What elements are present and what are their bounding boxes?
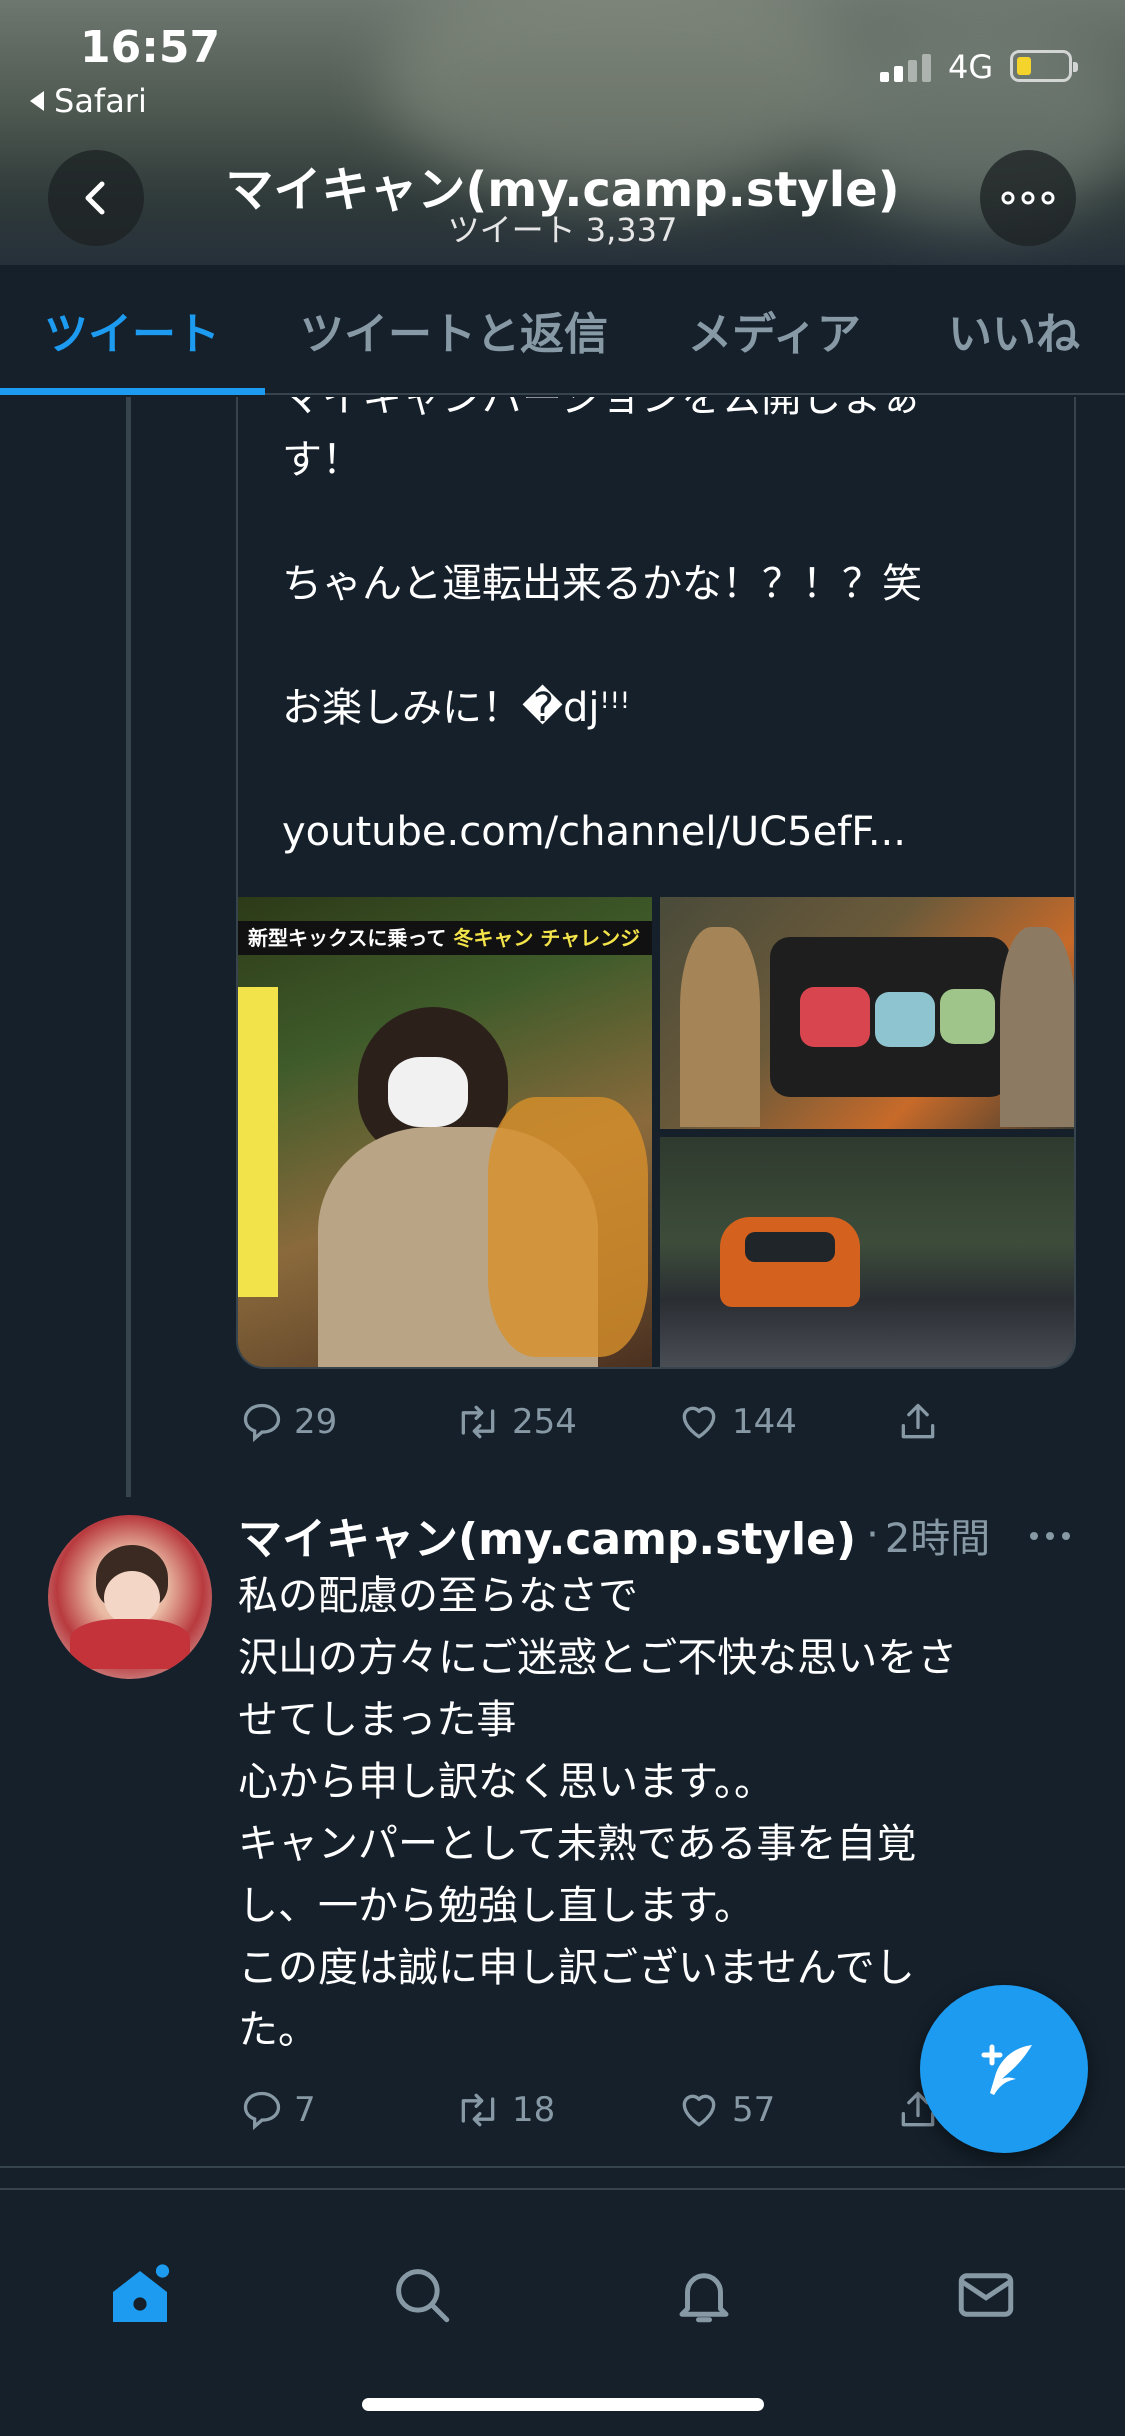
reply-icon [243,1403,281,1443]
tweet-separator: · [866,1512,879,1558]
video-side-tag [238,987,278,1297]
nav-messages[interactable] [926,2240,1046,2350]
retweet-count: 18 [512,2090,556,2130]
search-icon [396,2269,450,2323]
retweet-icon [461,1405,495,1439]
quoted-tweet-actions: 29 254 144 [236,1392,1076,1452]
more-button[interactable] [980,150,1076,246]
tab-tweets-and-replies[interactable]: ツイートと返信 [300,265,608,395]
quoted-link[interactable]: youtube.com/channel/UC5efF... [282,801,1062,863]
reply-action[interactable]: 7 [240,2088,316,2132]
tweet-line: キャンパーとして未熟である事を自覚 [238,1821,917,1867]
like-action[interactable]: 57 [676,2088,775,2132]
back-app-label: Safari [54,82,147,120]
tweet-body: 私の配慮の至らなさで 沢山の方々にご迷惑とご不快な思いをさ せてしまった事 心か… [238,1565,1068,2061]
tweet-count: ツイート 3,337 [447,211,678,249]
tweet-line: 沢山の方々にご迷惑とご不快な思いをさ [238,1635,958,1681]
quoted-line: お楽しみに！�djꜝꜝꜝ [282,685,630,731]
retweet-action[interactable]: 18 [454,2088,555,2132]
tweet-line: 私の配慮の至らなさで [238,1573,638,1619]
back-to-app-link[interactable]: Safari [30,82,147,120]
quoted-tweet-text: マイキャンバージョンを公開しまぁ す！ ちゃんと運転出来るかな！？！？笑 お楽し… [282,397,1062,893]
like-count: 57 [732,2090,776,2130]
heart-icon [682,2094,716,2127]
thread-connector [126,397,131,1497]
home-icon [113,2264,170,2322]
profile-tabs: ツイート ツイートと返信 メディア いいね [0,265,1125,395]
share-action[interactable] [896,1400,940,1444]
profile-header: 16:57 Safari 4G マイキャン(my.camp.style) ツイー… [0,0,1125,265]
retweet-icon [461,2093,495,2127]
quoted-line: す！ [282,437,362,483]
video-banner: 新型キックスに乗って 冬キャン チャレンジ [238,921,652,955]
avatar[interactable] [48,1515,212,1679]
nav-search[interactable] [362,2240,482,2350]
retweet-action[interactable]: 254 [454,1400,577,1444]
nav-notifications[interactable] [644,2240,764,2350]
share-icon [901,1403,935,1439]
quoted-tweet-card[interactable]: マイキャンバージョンを公開しまぁ す！ ちゃんと運転出来るかな！？！？笑 お楽し… [236,397,1076,1369]
like-action[interactable]: 144 [676,1400,797,1444]
mail-icon [958,2273,1014,2317]
media-image-driving[interactable]: 新型キックスに乗って 冬キャン チャレンジ [238,897,652,1367]
quoted-line: ちゃんと運転出来るかな！？！？笑 [282,561,922,607]
quoted-line: マイキャンバージョンを公開しまぁ [282,397,922,421]
tab-media[interactable]: メディア [688,265,861,395]
compose-tweet-button[interactable] [920,1985,1088,2153]
status-time: 16:57 [80,22,221,73]
tweet-line: し、一から勉強し直します。 [238,1883,754,1929]
more-horizontal-icon [1001,191,1055,205]
retweet-count: 254 [512,1402,577,1442]
tab-likes[interactable]: いいね [948,265,1080,395]
tweet-line: この度は誠に申し訳ございませんでし [238,1945,915,1991]
tweet-author-name[interactable]: マイキャン(my.camp.style) [238,1503,856,1567]
bell-icon [679,2273,729,2323]
active-tab-indicator [0,388,265,395]
reply-icon [243,2091,281,2131]
reply-count: 7 [294,2090,316,2130]
media-image-trunk[interactable] [660,897,1074,1129]
media-image-car[interactable] [660,1137,1074,1367]
tweet-line: せてしまった事 [238,1697,517,1743]
compose-tweet-icon [981,2044,1032,2095]
network-type: 4G [948,48,994,86]
back-triangle-icon [30,91,44,111]
media-grid: 新型キックスに乗って 冬キャン チャレンジ [238,897,1074,1367]
tweet-divider [0,2166,1125,2168]
tab-tweets[interactable]: ツイート [44,265,220,395]
nav-home[interactable] [80,2240,200,2350]
tweet-header: マイキャン(my.camp.style) · 2時間 [238,1500,1088,1570]
tweet-more-icon[interactable] [1028,1530,1072,1542]
home-indicator[interactable] [362,2398,764,2411]
heart-icon [682,1406,716,1439]
tweet-line: 心から申し訳なく思います。。 [238,1759,774,1805]
signal-icon [880,52,931,82]
battery-icon [1010,50,1078,82]
like-count: 144 [732,1402,797,1442]
reply-action[interactable]: 29 [240,1400,337,1444]
reply-count: 29 [294,1402,338,1442]
tweet-timestamp[interactable]: 2時間 [885,1506,990,1564]
